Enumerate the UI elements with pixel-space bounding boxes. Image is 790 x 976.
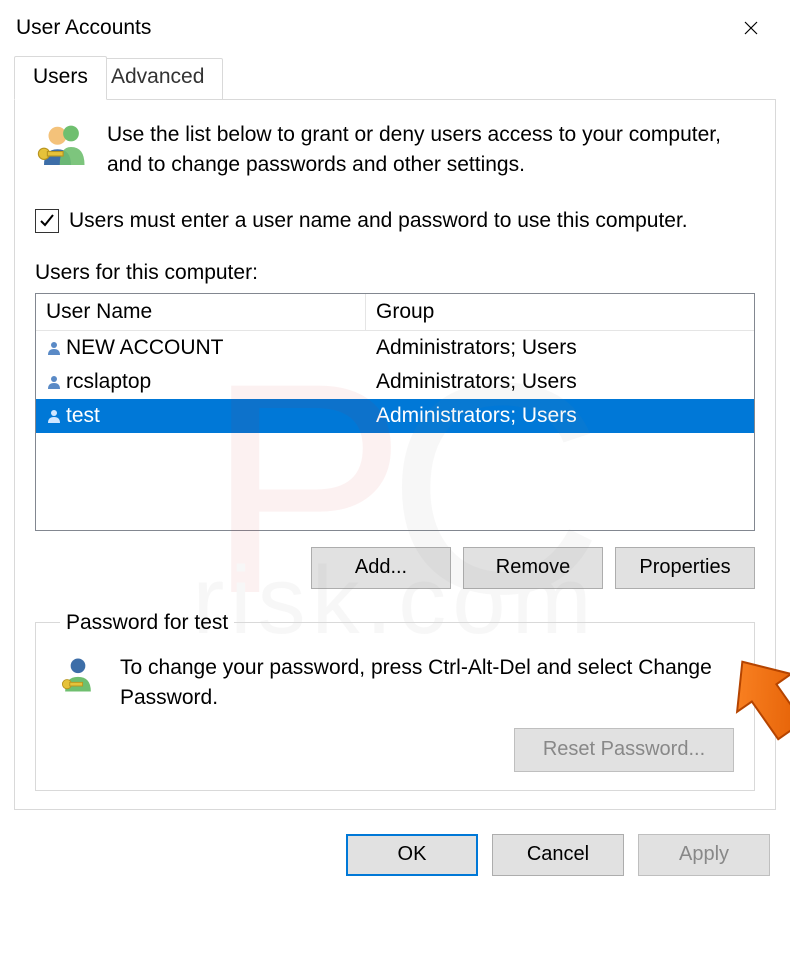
- require-password-checkbox[interactable]: [35, 209, 59, 233]
- close-button[interactable]: [728, 12, 774, 44]
- tab-advanced[interactable]: Advanced: [92, 58, 223, 100]
- require-password-label: Users must enter a user name and passwor…: [69, 209, 688, 233]
- tab-users[interactable]: Users: [14, 56, 107, 100]
- close-icon: [744, 21, 758, 35]
- hint-text: Use the list below to grant or deny user…: [107, 120, 755, 181]
- table-row[interactable]: rcslaptop Administrators; Users: [36, 365, 754, 399]
- user-key-icon: [56, 653, 100, 697]
- users-listview[interactable]: User Name Group NEW ACCOUNT Administrator…: [35, 293, 755, 531]
- window-title: User Accounts: [16, 16, 151, 40]
- column-group[interactable]: Group: [366, 294, 754, 330]
- column-username[interactable]: User Name: [36, 294, 366, 330]
- user-name-cell: NEW ACCOUNT: [66, 336, 224, 360]
- users-keys-icon: [35, 120, 89, 174]
- list-caption: Users for this computer:: [35, 261, 755, 285]
- password-group: Password for test To change your passwor…: [35, 611, 755, 791]
- user-icon: [46, 340, 62, 356]
- titlebar: User Accounts: [0, 0, 790, 48]
- dialog-buttons: OK Cancel Apply: [0, 816, 790, 876]
- tab-advanced-label: Advanced: [111, 65, 204, 88]
- properties-button[interactable]: Properties: [615, 547, 755, 589]
- cancel-button[interactable]: Cancel: [492, 834, 624, 876]
- user-name-cell: rcslaptop: [66, 370, 151, 394]
- group-cell: Administrators; Users: [376, 370, 577, 394]
- password-group-legend: Password for test: [60, 611, 234, 635]
- table-row[interactable]: NEW ACCOUNT Administrators; Users: [36, 331, 754, 365]
- user-icon: [46, 374, 62, 390]
- group-cell: Administrators; Users: [376, 404, 577, 428]
- table-row[interactable]: test Administrators; Users: [36, 399, 754, 433]
- user-icon: [46, 408, 62, 424]
- remove-button[interactable]: Remove: [463, 547, 603, 589]
- reset-password-button[interactable]: Reset Password...: [514, 728, 734, 772]
- listview-header: User Name Group: [36, 294, 754, 331]
- apply-button[interactable]: Apply: [638, 834, 770, 876]
- users-panel: Use the list below to grant or deny user…: [14, 100, 776, 810]
- add-button[interactable]: Add...: [311, 547, 451, 589]
- ok-button[interactable]: OK: [346, 834, 478, 876]
- user-name-cell: test: [66, 404, 100, 428]
- checkmark-icon: [39, 213, 55, 229]
- tab-users-label: Users: [33, 65, 88, 88]
- tab-strip: Users Advanced: [14, 58, 776, 100]
- group-cell: Administrators; Users: [376, 336, 577, 360]
- password-hint-text: To change your password, press Ctrl-Alt-…: [120, 653, 734, 714]
